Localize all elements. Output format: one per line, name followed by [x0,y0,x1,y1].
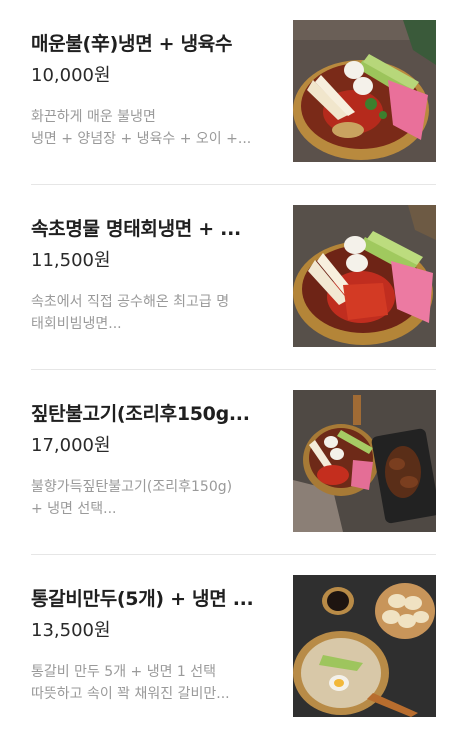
menu-item-description-line: 통갈비 만두 5개 + 냉면 1 선택 [31,664,217,680]
menu-list: 매운불(辛)냉면 + 냉육수 10,000원 화끈하게 매운 불냉면 냉면 + … [0,0,466,738]
bulgogi-and-noodle-photo[interactable] [293,390,436,532]
pollock-cold-noodle-photo[interactable] [293,205,436,347]
menu-item-description-line: 냉면 + 양념장 + 냉육수 + 오이 +... [31,131,252,147]
menu-item-name: 속초명물 명태회냉면 + ... [31,218,241,240]
menu-item-description-line: 불향가득짚탄불고기(조리후150g) [31,479,233,495]
menu-item-description-line: 화끈하게 매운 불냉면 [31,109,156,125]
menu-item-description: 불향가득짚탄불고기(조리후150g) + 냉면 선택... [31,476,279,520]
menu-item-price: 10,000원 [31,65,111,86]
menu-item-name: 매운불(辛)냉면 + 냉육수 [31,33,233,55]
dumpling-and-noodle-photo[interactable] [293,575,436,717]
menu-item[interactable]: 통갈비만두(5개) + 냉면 ... 13,500원 통갈비 만두 5개 + 냉… [0,555,466,740]
menu-item-price: 13,500원 [31,620,111,641]
menu-item[interactable]: 짚탄불고기(조리후150g... 17,000원 불향가득짚탄불고기(조리후15… [0,370,466,555]
menu-item-description-line: + 냉면 선택... [31,501,117,517]
menu-item-description: 통갈비 만두 5개 + 냉면 1 선택 따뜻하고 속이 꽉 채워진 갈비만... [31,661,279,705]
menu-item[interactable]: 매운불(辛)냉면 + 냉육수 10,000원 화끈하게 매운 불냉면 냉면 + … [0,0,466,185]
menu-item-price: 17,000원 [31,435,111,456]
menu-item-description-line: 따뜻하고 속이 꽉 채워진 갈비만... [31,686,230,702]
menu-item-price: 11,500원 [31,250,111,271]
menu-item-name: 통갈비만두(5개) + 냉면 ... [31,588,254,610]
spicy-cold-noodle-photo[interactable] [293,20,436,162]
menu-item[interactable]: 속초명물 명태회냉면 + ... 11,500원 속초에서 직접 공수해온 최고… [0,185,466,370]
menu-item-description: 화끈하게 매운 불냉면 냉면 + 양념장 + 냉육수 + 오이 +... [31,106,279,150]
menu-item-description: 속초에서 직접 공수해온 최고급 명 태회비빔냉면... [31,291,279,335]
menu-item-description-line: 태회비빔냉면... [31,316,122,332]
menu-item-description-line: 속초에서 직접 공수해온 최고급 명 [31,294,230,310]
menu-item-name: 짚탄불고기(조리후150g... [31,403,250,425]
